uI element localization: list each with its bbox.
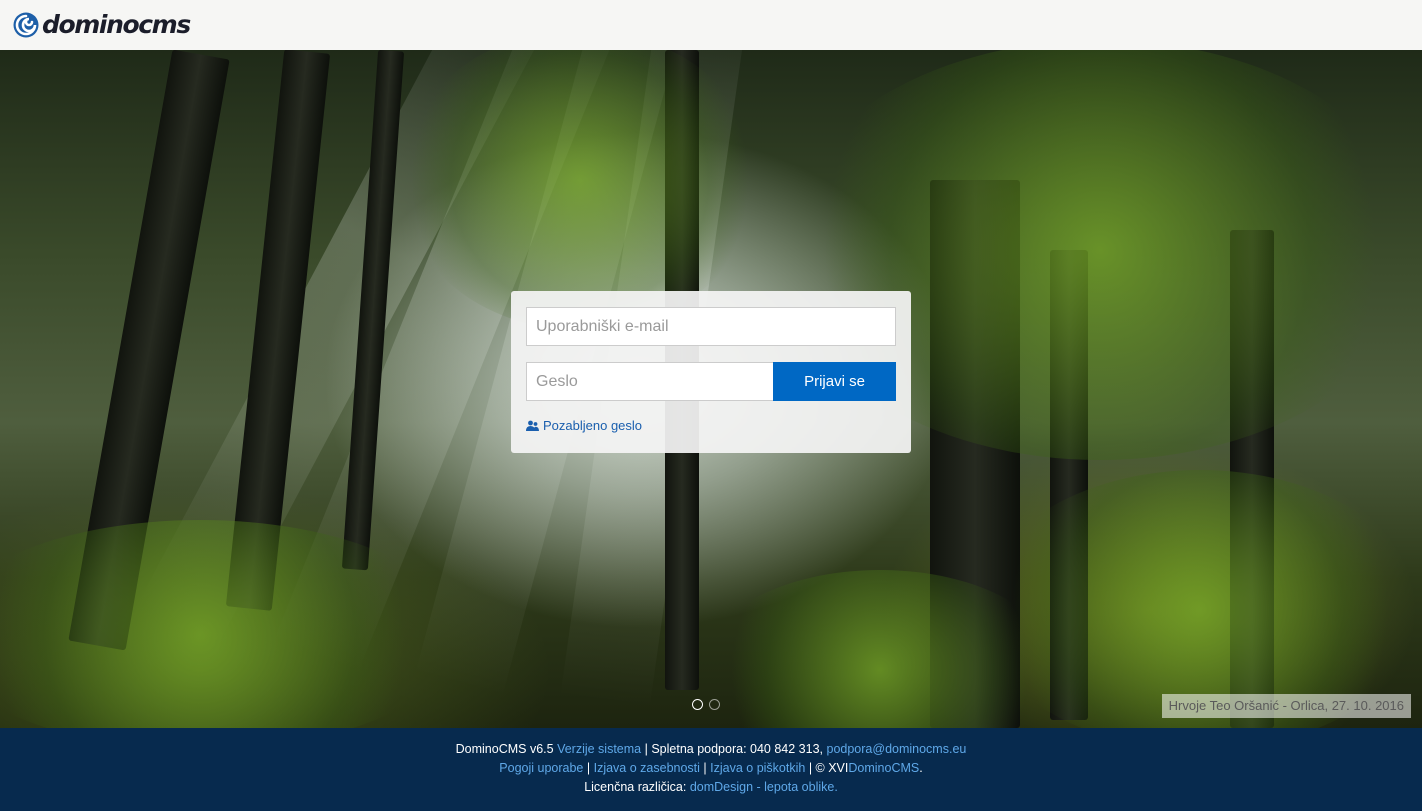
period: .	[919, 761, 923, 775]
footer-line-3: Licenčna različica: domDesign - lepota o…	[0, 778, 1422, 797]
support-text: | Spletna podpora: 040 842 313,	[644, 742, 824, 756]
separator: |	[586, 761, 591, 775]
slide-dot-2[interactable]	[709, 699, 720, 710]
login-button[interactable]: Prijavi se	[773, 362, 896, 401]
cookies-link[interactable]: Izjava o piškotkih	[710, 761, 805, 775]
dominocms-logo[interactable]: dominocms	[12, 10, 191, 39]
footer-line-2: Pogoji uporabe | Izjava o zasebnosti | I…	[0, 759, 1422, 778]
copyright-text: | © XVI	[808, 761, 849, 775]
separator: |	[703, 761, 707, 775]
email-field[interactable]	[526, 307, 896, 346]
logo-swirl-icon	[13, 12, 39, 37]
slider-dots	[692, 699, 720, 710]
forgot-password-label: Pozabljeno geslo	[543, 418, 643, 433]
users-icon	[526, 420, 539, 431]
footer-line-1: DominoCMS v6.5 Verzije sistema | Spletna…	[0, 740, 1422, 759]
license-link[interactable]: domDesign - lepota oblike.	[690, 780, 838, 794]
support-email-link[interactable]: podpora@dominocms.eu	[827, 742, 967, 756]
top-header: dominocms	[0, 0, 1422, 50]
logo-wordmark: dominocms	[42, 10, 191, 39]
password-field[interactable]	[526, 362, 774, 401]
forgot-password-link[interactable]: Pozabljeno geslo	[526, 418, 642, 433]
slide-dot-1[interactable]	[692, 699, 703, 710]
license-label: Licenčna različica:	[584, 780, 687, 794]
terms-link[interactable]: Pogoji uporabe	[499, 761, 583, 775]
system-versions-link[interactable]: Verzije sistema	[557, 742, 641, 756]
privacy-link[interactable]: Izjava o zasebnosti	[594, 761, 700, 775]
footer: DominoCMS v6.5 Verzije sistema | Spletna…	[0, 728, 1422, 811]
login-form: Prijavi se Pozabljeno geslo	[511, 291, 911, 453]
product-version: DominoCMS v6.5	[455, 742, 554, 756]
photo-credit: Hrvoje Teo Oršanić - Orlica, 27. 10. 201…	[1161, 694, 1411, 718]
dominocms-link[interactable]: DominoCMS	[848, 761, 919, 775]
